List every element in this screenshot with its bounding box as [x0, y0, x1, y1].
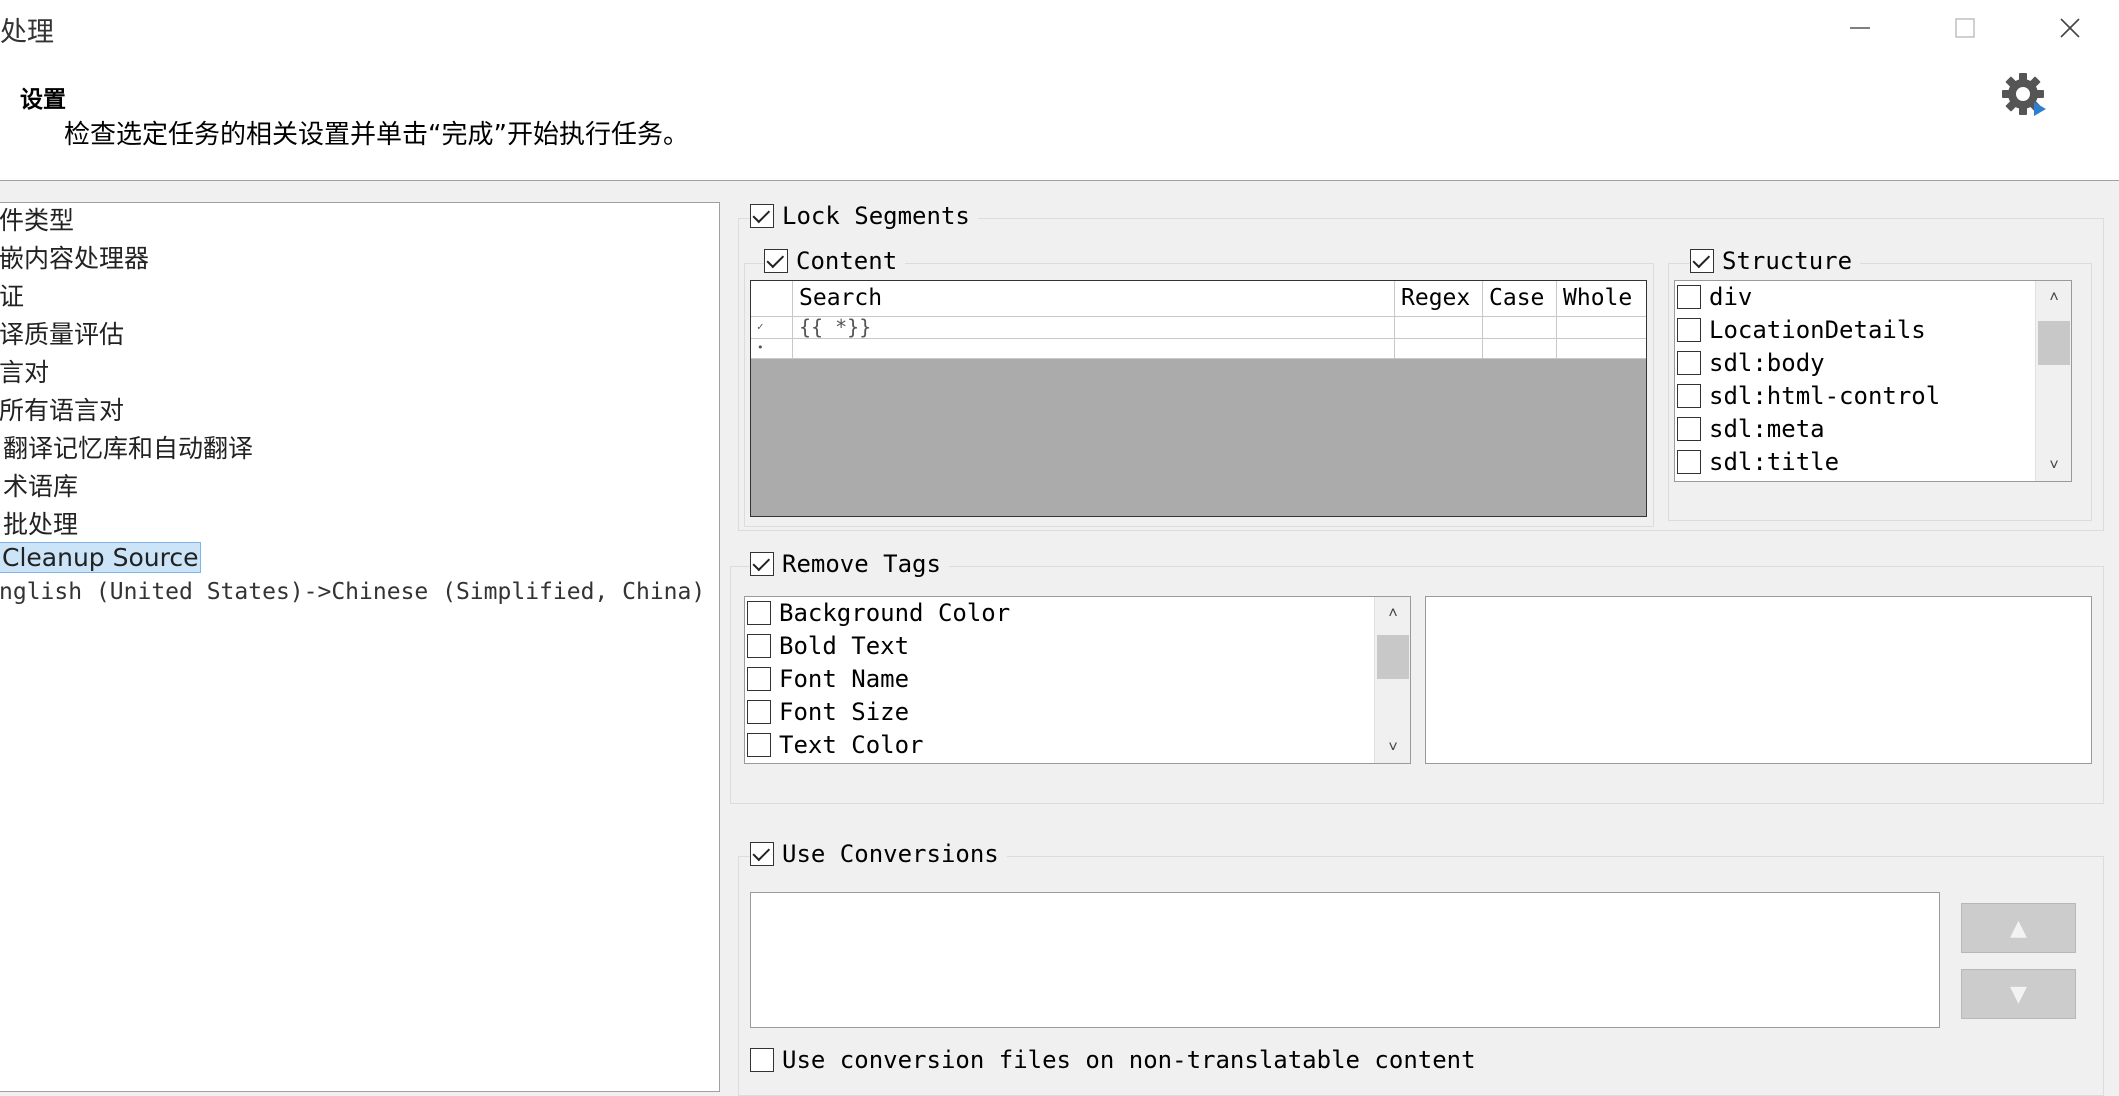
- checkbox-icon: [750, 552, 774, 576]
- grid-corner-cell: [751, 281, 793, 317]
- checkbox-icon: [747, 667, 771, 691]
- checkbox-icon: [1677, 285, 1701, 309]
- checkbox-icon: [764, 249, 788, 273]
- list-item[interactable]: Background Color: [747, 599, 1010, 627]
- maximize-button[interactable]: [1915, 0, 2015, 55]
- page-description: 检查选定任务的相关设置并单击“完成”开始执行任务。: [64, 120, 689, 150]
- arrow-down-icon: ▼: [2010, 981, 2027, 1007]
- checkbox-icon: [747, 634, 771, 658]
- checkbox-icon: [747, 733, 771, 757]
- use-conversions-checkbox[interactable]: Use Conversions: [750, 840, 1007, 868]
- search-cell[interactable]: [793, 339, 1395, 359]
- structure-scrollbar[interactable]: ˄ ˅: [2035, 281, 2071, 481]
- tree-item[interactable]: 言对: [0, 353, 49, 389]
- scroll-thumb[interactable]: [2038, 321, 2070, 365]
- non-translatable-checkbox[interactable]: Use conversion files on non-translatable…: [750, 1046, 1484, 1074]
- list-item[interactable]: Font Name: [747, 665, 909, 693]
- remove-tags-list[interactable]: Background Color Bold Text Font Name Fon…: [744, 596, 1411, 764]
- checkbox-icon: [747, 700, 771, 724]
- remove-tags-checkbox[interactable]: Remove Tags: [750, 550, 949, 578]
- tree-item[interactable]: 术语库: [3, 467, 78, 503]
- row-indicator: ✓: [751, 317, 793, 339]
- grid-column-whole[interactable]: Whole: [1557, 281, 1646, 317]
- tree-item[interactable]: 所有语言对: [0, 391, 124, 427]
- list-item[interactable]: sdl:meta: [1677, 415, 1825, 443]
- conversions-list[interactable]: [750, 892, 1940, 1028]
- window-title: 处理: [0, 17, 54, 48]
- checkbox-icon: [1677, 351, 1701, 375]
- tree-item[interactable]: 件类型: [0, 203, 74, 237]
- scroll-down-icon[interactable]: ˅: [1375, 731, 1410, 763]
- tree-item[interactable]: 译质量评估: [0, 315, 124, 351]
- checkbox-icon: [1677, 417, 1701, 441]
- scroll-up-icon[interactable]: ˄: [1375, 597, 1410, 629]
- table-row[interactable]: ✓ {{ *}}: [751, 317, 1646, 339]
- checkbox-icon: [1677, 384, 1701, 408]
- maximize-icon: [1955, 17, 1975, 38]
- list-item[interactable]: sdl:body: [1677, 349, 1825, 377]
- content-search-grid[interactable]: Search Regex Case Whole ✓ {{ *}} •: [750, 280, 1647, 517]
- search-cell[interactable]: {{ *}}: [793, 317, 1395, 339]
- page-title: 设置: [20, 87, 66, 113]
- checkbox-icon: [747, 601, 771, 625]
- list-item[interactable]: Bold Text: [747, 632, 909, 660]
- tree-item[interactable]: 嵌内容处理器: [0, 239, 149, 275]
- whole-cell[interactable]: [1557, 317, 1646, 339]
- lock-segments-checkbox[interactable]: Lock Segments: [750, 202, 978, 230]
- scroll-up-icon[interactable]: ˄: [2036, 281, 2071, 313]
- tree-item[interactable]: 翻译记忆库和自动翻译: [3, 429, 253, 465]
- list-item[interactable]: sdl:title: [1677, 448, 1839, 476]
- checkbox-icon: [1690, 249, 1714, 273]
- checkbox-icon: [750, 204, 774, 228]
- minimize-icon: [1850, 26, 1870, 29]
- tree-item-language-pair[interactable]: nglish (United States)->Chinese (Simplif…: [0, 579, 705, 605]
- scroll-down-icon[interactable]: ˅: [2036, 449, 2071, 481]
- grid-column-search[interactable]: Search: [793, 281, 1395, 317]
- list-item[interactable]: sdl:html-control: [1677, 382, 1940, 410]
- grid-header-row: Search Regex Case Whole: [751, 281, 1646, 317]
- close-button[interactable]: [2020, 0, 2119, 55]
- tree-item[interactable]: 证: [0, 277, 24, 313]
- list-item[interactable]: div: [1677, 283, 1752, 311]
- remove-tags-scrollbar[interactable]: ˄ ˅: [1374, 597, 1410, 763]
- structure-checkbox[interactable]: Structure: [1690, 247, 1861, 275]
- settings-gear-icon: [2000, 70, 2050, 120]
- case-cell[interactable]: [1483, 317, 1557, 339]
- grid-column-regex[interactable]: Regex: [1395, 281, 1483, 317]
- checkbox-icon: [1677, 450, 1701, 474]
- tree-item[interactable]: 批处理: [3, 505, 78, 541]
- remove-tags-detail-box[interactable]: [1425, 596, 2092, 764]
- arrow-up-icon: ▲: [2010, 915, 2027, 941]
- content-checkbox[interactable]: Content: [764, 247, 906, 275]
- whole-cell[interactable]: [1557, 339, 1646, 359]
- close-icon: [2060, 17, 2080, 38]
- settings-tree[interactable]: 件类型 嵌内容处理器 证 译质量评估 言对 所有语言对 翻译记忆库和自动翻译 术…: [0, 202, 720, 1092]
- structure-list[interactable]: div LocationDetails sdl:body sdl:html-co…: [1674, 280, 2072, 482]
- move-up-button[interactable]: ▲: [1961, 903, 2076, 953]
- regex-cell[interactable]: [1395, 339, 1483, 359]
- checkbox-icon: [1677, 318, 1701, 342]
- tree-item-cleanup-source[interactable]: Cleanup Source: [0, 542, 202, 573]
- regex-cell[interactable]: [1395, 317, 1483, 339]
- grid-column-case[interactable]: Case: [1483, 281, 1557, 317]
- minimize-button[interactable]: [1810, 0, 1910, 55]
- scroll-thumb[interactable]: [1377, 635, 1409, 679]
- move-down-button[interactable]: ▼: [1961, 969, 2076, 1019]
- title-bar: 处理: [0, 0, 2119, 55]
- list-item[interactable]: LocationDetails: [1677, 316, 1926, 344]
- checkbox-icon: [750, 1048, 774, 1072]
- row-indicator: •: [751, 339, 793, 359]
- list-item[interactable]: Text Color: [747, 731, 924, 759]
- list-item[interactable]: Font Size: [747, 698, 909, 726]
- case-cell[interactable]: [1483, 339, 1557, 359]
- checkbox-icon: [750, 842, 774, 866]
- table-row[interactable]: •: [751, 339, 1646, 359]
